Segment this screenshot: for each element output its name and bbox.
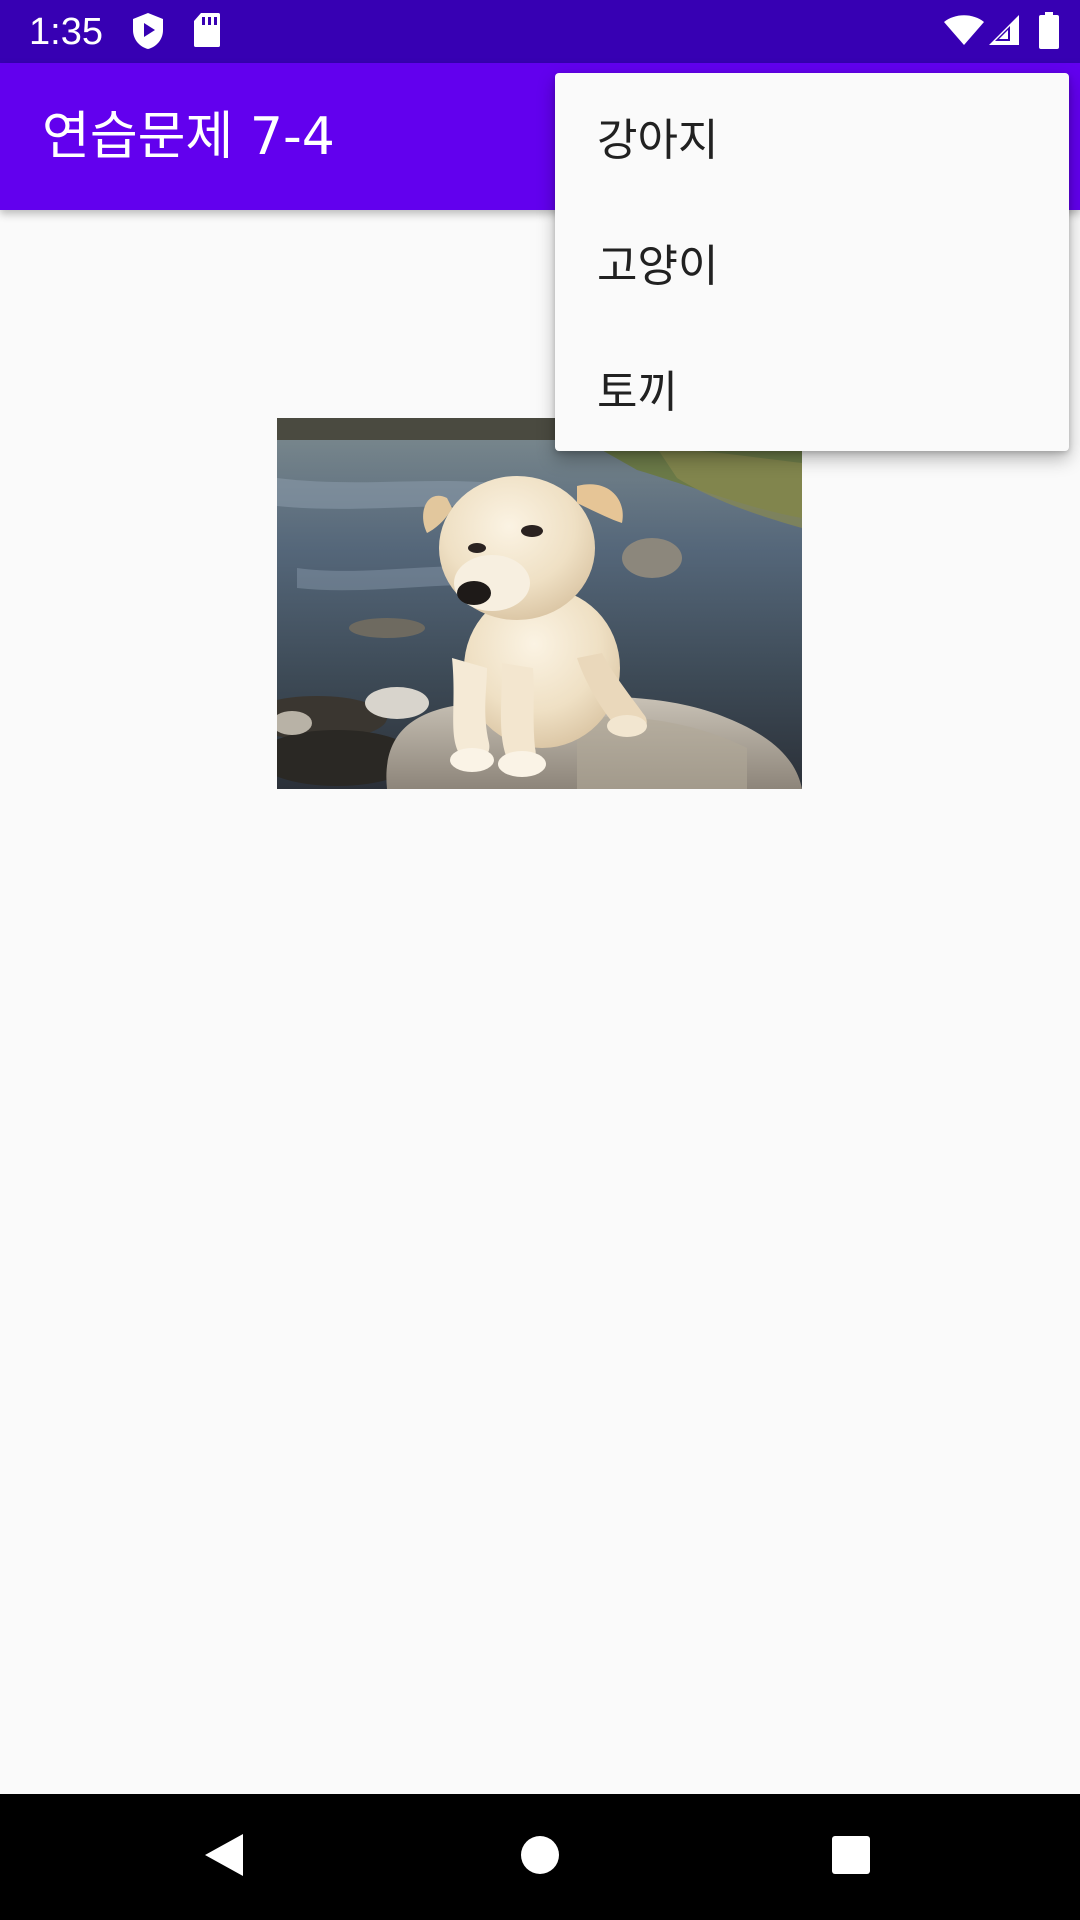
- home-icon: [520, 1835, 560, 1879]
- status-time: 1:35: [29, 11, 103, 53]
- back-icon: [203, 1832, 245, 1882]
- recents-button[interactable]: [771, 1794, 931, 1920]
- battery-icon: [1038, 12, 1060, 54]
- home-button[interactable]: [460, 1794, 620, 1920]
- back-button[interactable]: [144, 1794, 304, 1920]
- wifi-icon: [943, 14, 985, 50]
- options-popup-menu: 강아지 고양이 토끼: [555, 73, 1069, 451]
- menu-item-dog[interactable]: 강아지: [555, 73, 1069, 199]
- recents-icon: [831, 1835, 871, 1879]
- sd-card-icon: [193, 12, 221, 52]
- navigation-bar: [0, 1794, 1080, 1920]
- signal-icon: [988, 14, 1020, 50]
- shield-icon: [131, 12, 165, 54]
- puppy-image: [277, 418, 802, 789]
- menu-item-cat[interactable]: 고양이: [555, 199, 1069, 325]
- app-title: 연습문제 7-4: [42, 107, 335, 167]
- status-bar: 1:35: [0, 0, 1080, 63]
- menu-item-rabbit[interactable]: 토끼: [555, 325, 1069, 451]
